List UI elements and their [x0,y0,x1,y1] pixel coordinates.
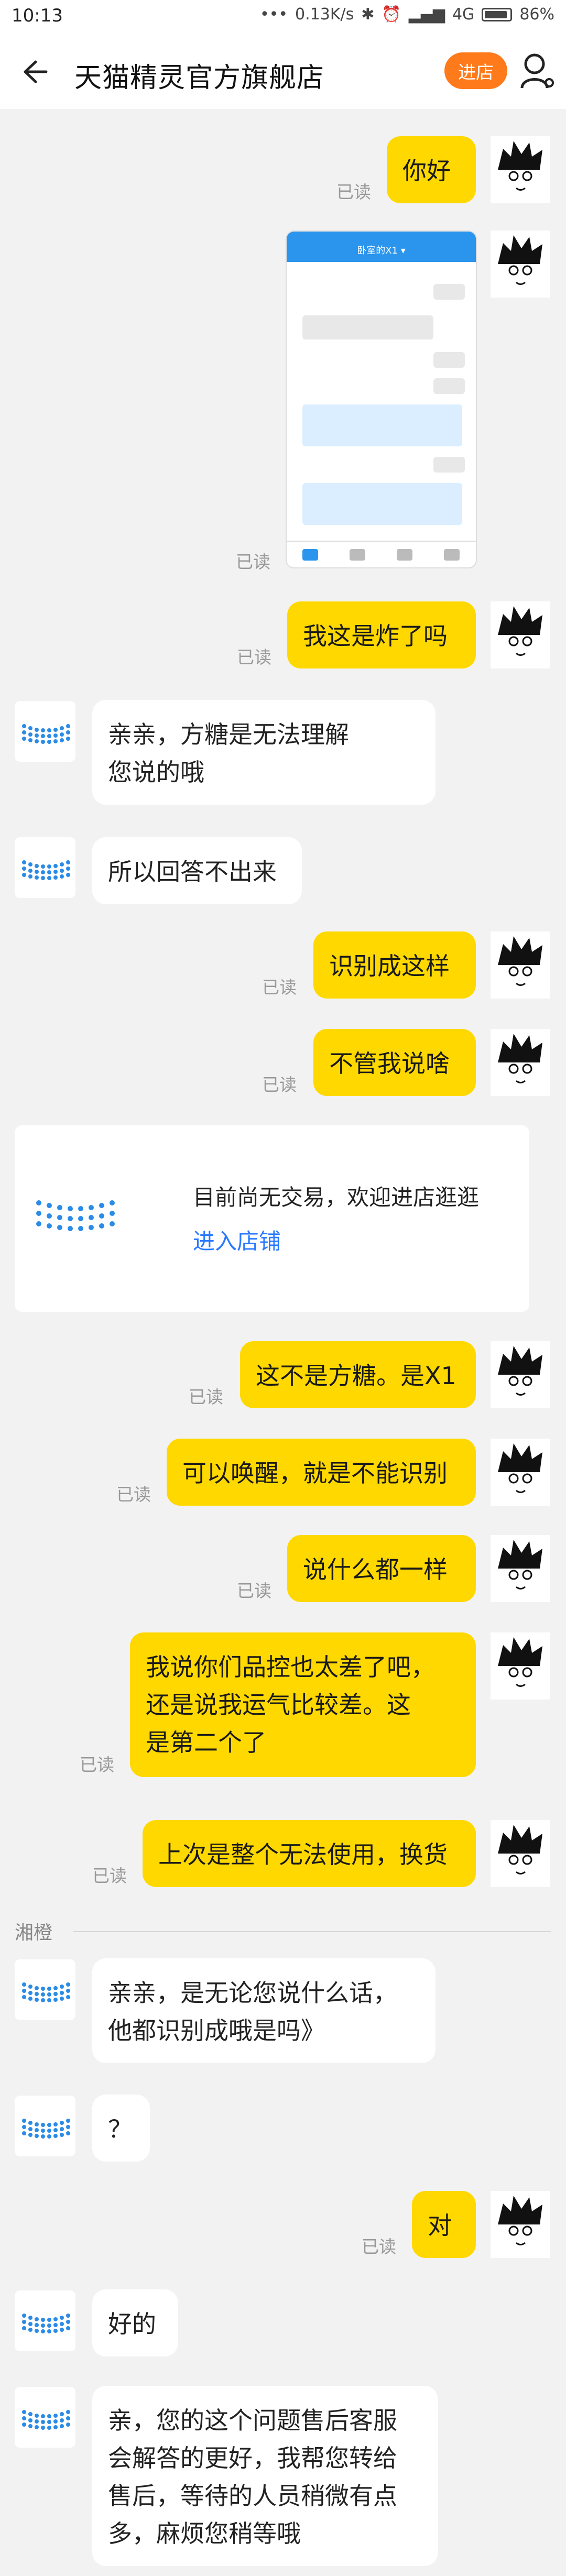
enter-store-link[interactable]: 进入店铺 [193,1224,281,1256]
read-receipt: 已读 [116,1484,151,1505]
store-avatar[interactable] [15,837,75,898]
store-logo-icon [22,1982,70,2002]
read-receipt: 已读 [92,1866,127,1886]
store-logo-icon [36,1200,115,1231]
read-receipt: 已读 [237,647,271,667]
message-bubble-received[interactable]: 亲亲，是无论您说什么话， 他都识别成哦是吗》 [92,1958,436,2063]
my-avatar[interactable] [491,601,550,668]
my-avatar[interactable] [491,1341,550,1408]
message-bubble-received[interactable]: 所以回答不出来 [92,837,302,904]
store-invite-card[interactable]: 目前尚无交易，欢迎进店逛逛 进入店铺 [15,1125,529,1312]
chat-title: 天猫精灵官方旗舰店 [74,62,325,94]
read-receipt: 已读 [189,1387,223,1407]
read-receipt: 已读 [80,1755,114,1775]
store-logo-icon [22,724,70,744]
store-avatar[interactable] [15,701,75,762]
more-dots-icon: ••• [259,5,288,24]
battery-level: 86% [519,5,554,24]
image-message[interactable]: 卧室的X1 ▾ [286,231,477,568]
divider-line [73,1931,551,1932]
my-avatar[interactable] [491,931,550,999]
store-logo-icon [22,860,70,880]
chat-messages[interactable]: 你好 已读 卧室的X1 ▾ 已读 我这是炸了吗 已读 亲亲，方糖是无法理解 您说… [0,109,566,2576]
signal-icon: ▂▄▆ [408,5,445,24]
message-bubble-sent[interactable]: 不管我说啥 [313,1029,476,1096]
network-type: 4G [452,5,475,24]
my-avatar[interactable] [491,1535,550,1602]
enter-store-button[interactable]: 进店 [444,52,507,89]
network-speed: 0.13K/s [295,5,354,24]
agent-name-divider: 湘橙 [15,1922,53,1944]
read-receipt: 已读 [236,552,270,572]
store-logo-icon [22,2410,70,2430]
message-bubble-received[interactable]: ？ [92,2095,150,2162]
read-receipt: 已读 [362,2237,396,2257]
status-time: 10:13 [12,5,63,26]
alarm-icon: ⏰ [382,5,401,24]
user-profile-icon[interactable] [519,50,556,92]
my-avatar[interactable] [491,1029,550,1096]
message-bubble-sent[interactable]: 说什么都一样 [287,1535,476,1602]
my-avatar[interactable] [491,2191,550,2258]
message-bubble-sent[interactable]: 可以唤醒，就是不能识别 [167,1439,476,1506]
read-receipt: 已读 [262,977,297,997]
message-bubble-sent[interactable]: 识别成这样 [313,931,476,999]
status-icons: ••• 0.13K/s ✱ ⏰ ▂▄▆ 4G 86% [260,5,554,24]
read-receipt: 已读 [262,1075,297,1095]
my-avatar[interactable] [491,231,550,298]
message-bubble-sent[interactable]: 我说你们品控也太差了吧， 还是说我运气比较差。这 是第二个了 [130,1632,476,1777]
store-avatar[interactable] [15,2387,75,2448]
no-transaction-text: 目前尚无交易，欢迎进店逛逛 [193,1185,480,1210]
my-avatar[interactable] [491,136,550,203]
message-bubble-sent[interactable]: 我这是炸了吗 [287,601,476,668]
status-bar: 10:13 ••• 0.13K/s ✱ ⏰ ▂▄▆ 4G 86% [0,0,566,35]
message-bubble-received[interactable]: 亲亲，方糖是无法理解 您说的哦 [92,700,436,805]
my-avatar[interactable] [491,1439,550,1506]
message-bubble-sent[interactable]: 这不是方糖。是X1 [240,1341,476,1408]
store-logo-icon [22,2314,70,2333]
store-avatar[interactable] [15,2096,75,2156]
message-bubble-sent[interactable]: 对 [412,2191,476,2258]
store-avatar[interactable] [15,2290,75,2351]
message-bubble-received[interactable]: 亲，您的这个问题售后客服 会解答的更好，我帮您转给 售后，等待的人员稍微有点 多… [92,2386,438,2566]
message-bubble-received[interactable]: 好的 [92,2289,178,2356]
chat-header: 天猫精灵官方旗舰店 进店 [0,35,566,109]
store-logo-icon [22,2119,70,2139]
read-receipt: 已读 [237,1581,271,1601]
battery-icon [482,7,513,21]
store-avatar[interactable] [15,1959,75,2020]
my-avatar[interactable] [491,1820,550,1887]
image-app-header: 卧室的X1 ▾ [287,232,476,262]
read-receipt: 已读 [336,182,371,202]
message-bubble-sent[interactable]: 你好 [387,136,476,203]
bluetooth-icon: ✱ [361,5,375,24]
my-avatar[interactable] [491,1632,550,1700]
message-bubble-sent[interactable]: 上次是整个无法使用，换货 [143,1820,476,1887]
back-arrow-icon[interactable] [20,58,48,86]
